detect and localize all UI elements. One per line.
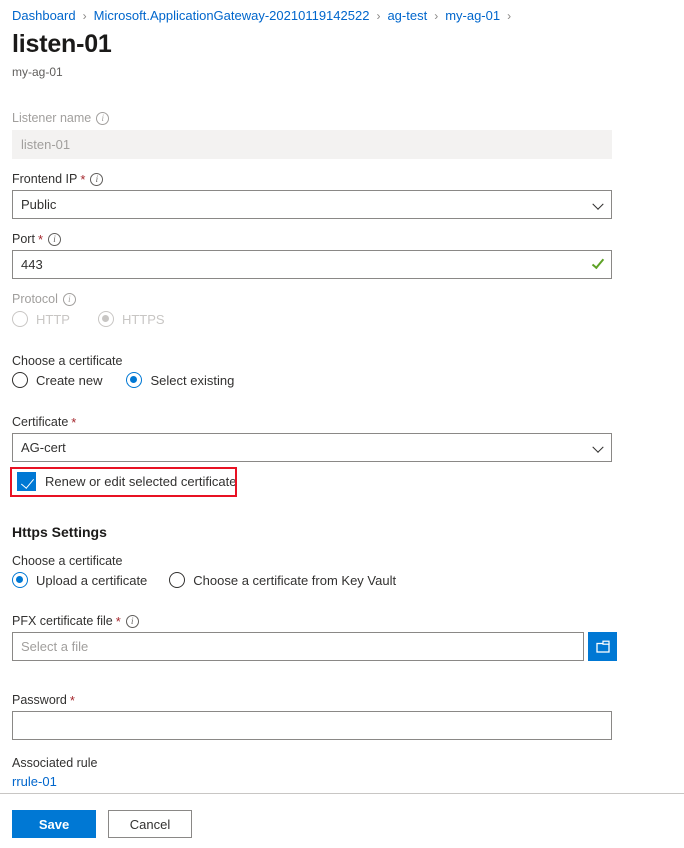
breadcrumb-separator-icon: › — [434, 8, 438, 24]
port-label-row: Port * i — [12, 231, 61, 247]
renew-certificate-checkbox[interactable]: Renew or edit selected certificate — [17, 472, 236, 491]
protocol-radio-group: HTTP HTTPS — [12, 311, 165, 327]
https-option-upload-certificate[interactable]: Upload a certificate — [12, 572, 147, 588]
https-option-key-vault-label: Choose a certificate from Key Vault — [193, 573, 396, 588]
protocol-label-row: Protocol i — [12, 291, 76, 307]
info-icon[interactable]: i — [63, 293, 76, 306]
page-subtitle: my-ag-01 — [12, 64, 63, 80]
cancel-button[interactable]: Cancel — [108, 810, 192, 838]
listener-name-label: Listener name — [12, 110, 91, 126]
port-label: Port — [12, 231, 35, 247]
pfx-file-placeholder: Select a file — [21, 639, 88, 654]
radio-icon — [169, 572, 185, 588]
https-choose-certificate-radio-group: Upload a certificate Choose a certificat… — [12, 572, 396, 588]
breadcrumb-item-dashboard[interactable]: Dashboard — [12, 8, 76, 24]
breadcrumb-separator-icon: › — [376, 8, 380, 24]
port-value: 443 — [21, 257, 43, 272]
breadcrumb-item-resource-group[interactable]: Microsoft.ApplicationGateway-20210119142… — [94, 8, 370, 24]
password-input[interactable] — [12, 711, 612, 740]
frontend-ip-label-row: Frontend IP * i — [12, 171, 103, 187]
radio-icon — [12, 372, 28, 388]
certificate-option-create-new-label: Create new — [36, 373, 102, 388]
save-button[interactable]: Save — [12, 810, 96, 838]
info-icon[interactable]: i — [126, 615, 139, 628]
https-option-key-vault[interactable]: Choose a certificate from Key Vault — [169, 572, 396, 588]
pfx-file-label: PFX certificate file — [12, 613, 113, 629]
frontend-ip-select[interactable]: Public — [12, 190, 612, 219]
breadcrumb-item-ag-test[interactable]: ag-test — [387, 8, 427, 24]
certificate-option-create-new[interactable]: Create new — [12, 372, 102, 388]
footer-divider — [0, 793, 684, 794]
required-marker: * — [116, 615, 121, 628]
listener-edit-page: Dashboard › Microsoft.ApplicationGateway… — [0, 0, 684, 848]
radio-icon — [12, 572, 28, 588]
chevron-down-icon — [592, 198, 603, 209]
protocol-option-https-label: HTTPS — [122, 312, 165, 327]
pfx-file-input[interactable]: Select a file — [12, 632, 584, 661]
valid-check-icon — [592, 256, 604, 269]
pfx-file-label-row: PFX certificate file * i — [12, 613, 139, 629]
https-option-upload-certificate-label: Upload a certificate — [36, 573, 147, 588]
frontend-ip-label: Frontend IP — [12, 171, 77, 187]
action-bar: Save Cancel — [12, 810, 192, 838]
listener-name-value: listen-01 — [21, 137, 70, 152]
browse-file-button[interactable] — [588, 632, 617, 661]
checkbox-icon — [17, 472, 36, 491]
required-marker: * — [80, 173, 85, 186]
radio-icon — [126, 372, 142, 388]
listener-name-input: listen-01 — [12, 130, 612, 159]
https-choose-certificate-label: Choose a certificate — [12, 553, 122, 569]
port-input[interactable]: 443 — [12, 250, 612, 279]
associated-rule-label: Associated rule — [12, 755, 97, 771]
pfx-file-row: Select a file — [12, 632, 617, 661]
radio-icon — [12, 311, 28, 327]
required-marker: * — [71, 416, 76, 429]
password-label: Password — [12, 692, 67, 708]
radio-icon — [98, 311, 114, 327]
info-icon[interactable]: i — [96, 112, 109, 125]
required-marker: * — [70, 694, 75, 707]
protocol-option-http-label: HTTP — [36, 312, 70, 327]
password-label-row: Password * — [12, 692, 75, 708]
choose-certificate-label: Choose a certificate — [12, 353, 122, 369]
renew-certificate-label: Renew or edit selected certificate — [45, 474, 236, 489]
certificate-option-select-existing-label: Select existing — [150, 373, 234, 388]
associated-rule-link[interactable]: rrule-01 — [12, 774, 57, 789]
breadcrumb-separator-icon: › — [83, 8, 87, 24]
protocol-option-http: HTTP — [12, 311, 70, 327]
breadcrumb: Dashboard › Microsoft.ApplicationGateway… — [12, 8, 518, 24]
https-settings-heading: Https Settings — [12, 524, 107, 540]
protocol-label: Protocol — [12, 291, 58, 307]
protocol-option-https: HTTPS — [98, 311, 165, 327]
breadcrumb-separator-icon: › — [507, 8, 511, 24]
listener-name-label-row: Listener name i — [12, 110, 109, 126]
certificate-option-select-existing[interactable]: Select existing — [126, 372, 234, 388]
certificate-select[interactable]: AG-cert — [12, 433, 612, 462]
certificate-value: AG-cert — [21, 440, 66, 455]
choose-certificate-radio-group: Create new Select existing — [12, 372, 234, 388]
info-icon[interactable]: i — [48, 233, 61, 246]
required-marker: * — [38, 233, 43, 246]
folder-icon — [595, 639, 611, 655]
breadcrumb-item-my-ag-01[interactable]: my-ag-01 — [445, 8, 500, 24]
chevron-down-icon — [592, 441, 603, 452]
certificate-label-row: Certificate * — [12, 414, 76, 430]
page-title: listen-01 — [12, 28, 112, 60]
frontend-ip-value: Public — [21, 197, 56, 212]
certificate-label: Certificate — [12, 414, 68, 430]
info-icon[interactable]: i — [90, 173, 103, 186]
